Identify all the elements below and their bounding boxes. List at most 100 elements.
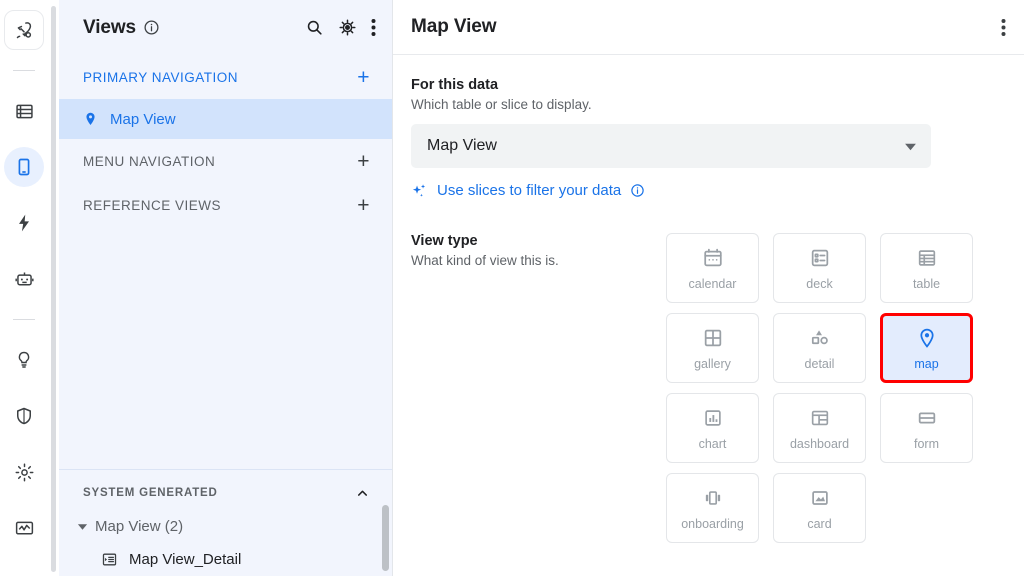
info-circle-icon[interactable] [630,183,645,198]
sidebar-search-button[interactable] [305,18,324,37]
view-type-sublabel: What kind of view this is. [411,253,559,268]
view-type-tile-table[interactable]: table [880,233,973,303]
detail-view-icon [101,551,118,568]
chevron-up-icon[interactable] [355,486,370,501]
gallery-icon [702,326,724,350]
deck-icon [809,246,831,270]
view-type-tile-label: form [914,436,939,451]
rail-item-monitor[interactable] [4,508,44,548]
view-type-tile-label: table [912,276,941,291]
data-source-selected-value: Map View [427,137,497,154]
add-menu-navigation-button[interactable]: + [357,151,370,172]
view-type-tile-detail[interactable]: detail [773,313,866,383]
page-title: Map View [411,16,497,37]
view-type-tile-form[interactable]: form [880,393,973,463]
data-source-select[interactable]: Map View [411,124,931,168]
sidebar-more-button[interactable] [371,18,376,37]
sidebar-section-label: REFERENCE VIEWS [83,197,222,213]
sidebar-item-map-view[interactable]: Map View [59,99,392,139]
caret-down-icon [904,140,917,153]
system-generated-group-label: Map View (2) [95,518,184,535]
use-slices-label: Use slices to filter your data [437,182,622,199]
rail-item-settings[interactable] [4,452,44,492]
gear-icon [14,462,35,483]
rail-item-rocket[interactable] [4,10,44,50]
rail-item-app-views[interactable] [4,147,44,187]
view-type-tile-label: detail [804,356,835,371]
map-pin-icon [916,326,938,350]
rail-sidebar-divider [48,0,59,576]
form-icon [916,406,938,430]
sidebar-title: Views [83,16,137,38]
appsheet-editor: Views PRIMARY NAVIGATION + Map View MENU… [0,0,1024,576]
sidebar-section-menu-navigation[interactable]: MENU NAVIGATION + [59,139,392,183]
rail-divider-line [13,70,35,71]
rocket-icon [14,20,35,41]
rail-divider-line [13,319,35,320]
system-generated-group-map-view[interactable]: Map View (2) [59,510,392,543]
views-sidebar: Views PRIMARY NAVIGATION + Map View MENU… [59,0,393,576]
robot-icon [14,269,35,290]
view-type-tile-card[interactable]: card [773,473,866,543]
main-body: For this data Which table or slice to di… [393,55,1024,576]
rail-item-intelligence[interactable] [4,259,44,299]
use-slices-link[interactable]: Use slices to filter your data [411,182,1006,199]
main-panel: Map View For this data Which table or sl… [393,0,1024,576]
caret-down-icon [77,521,88,532]
sidebar-scrollbar[interactable] [382,505,389,571]
shield-icon [14,406,34,426]
view-type-tile-label: map [914,356,939,371]
view-type-tile-gallery[interactable]: gallery [666,313,759,383]
view-type-tile-label: dashboard [789,436,850,451]
view-type-tile-deck[interactable]: deck [773,233,866,303]
system-generated-section: SYSTEM GENERATED Map View (2) Map View_D… [59,469,392,576]
sidebar-section-label: PRIMARY NAVIGATION [83,69,239,85]
info-circle-icon[interactable] [143,19,160,36]
add-reference-views-button[interactable]: + [357,195,370,216]
main-more-button[interactable] [1001,18,1006,37]
for-this-data-label: For this data [411,77,499,93]
view-type-tile-onboarding[interactable]: onboarding [666,473,759,543]
sidebar-header: Views [59,0,392,55]
view-type-tile-label: calendar [688,276,737,291]
sidebar-nav-scroll: PRIMARY NAVIGATION + Map View MENU NAVIG… [59,55,392,469]
view-type-label: View type [411,233,478,249]
card-icon [809,486,831,510]
rail-item-security[interactable] [4,396,44,436]
database-icon [14,101,35,122]
detail-icon [808,326,831,350]
lightbulb-icon [14,350,34,370]
dashboard-icon [809,406,831,430]
for-this-data-sublabel: Which table or slice to display. [411,97,592,112]
view-type-tile-label: onboarding [681,516,744,531]
map-pin-icon [83,110,98,128]
chart-icon [702,406,724,430]
system-generated-label: SYSTEM GENERATED [83,487,218,499]
bolt-icon [14,213,34,233]
view-type-tile-label: chart [698,436,727,451]
view-type-tile-calendar[interactable]: calendar [666,233,759,303]
rail-item-data[interactable] [4,91,44,131]
table-icon [916,246,938,270]
rail-item-ideas[interactable] [4,340,44,380]
main-header: Map View [393,0,1024,55]
sidebar-section-reference-views[interactable]: REFERENCE VIEWS + [59,183,392,227]
view-type-tile-chart[interactable]: chart [666,393,759,463]
add-primary-navigation-button[interactable]: + [357,67,370,88]
view-type-labels: View type What kind of view this is. [411,233,666,543]
for-this-data-section: For this data Which table or slice to di… [411,77,1006,199]
rail-item-automation[interactable] [4,203,44,243]
monitor-activity-icon [14,518,35,539]
view-type-tile-grid: calendar deck table gallery detail map c… [666,233,973,543]
sidebar-section-primary-navigation[interactable]: PRIMARY NAVIGATION + [59,55,392,99]
sidebar-settings-button[interactable] [338,18,357,37]
view-type-tile-dashboard[interactable]: dashboard [773,393,866,463]
view-type-section: View type What kind of view this is. cal… [411,233,1006,543]
system-generated-item-label: Map View_Detail [129,551,242,568]
system-generated-item-map-view-detail[interactable]: Map View_Detail [59,543,392,576]
system-generated-header[interactable]: SYSTEM GENERATED [59,476,392,510]
view-type-tile-map[interactable]: map [880,313,973,383]
mobile-icon [14,157,34,177]
sparkle-icon [411,182,428,199]
sidebar-item-label: Map View [110,110,176,128]
